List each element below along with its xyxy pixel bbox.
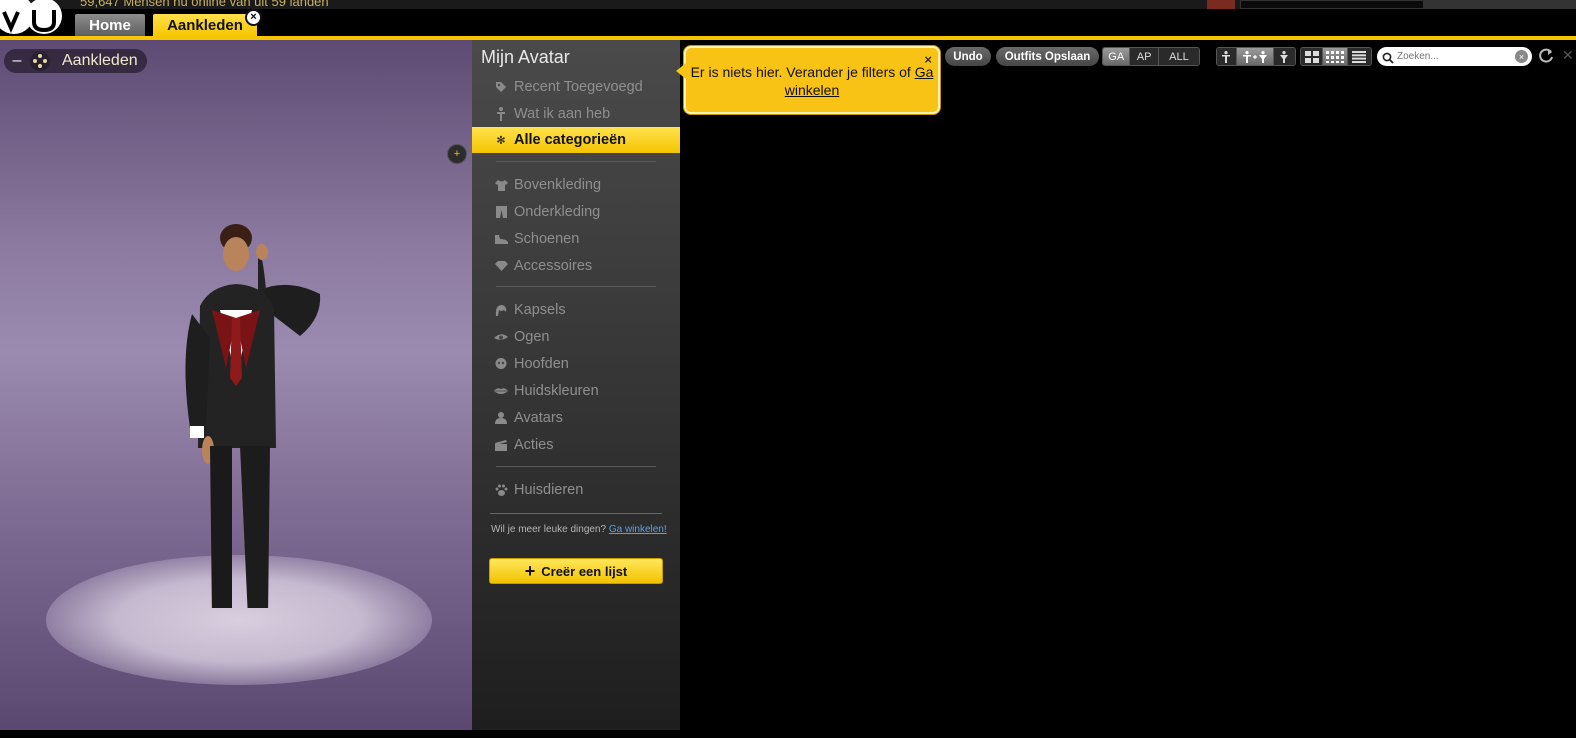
undo-button[interactable]: Undo: [945, 47, 991, 66]
search-input[interactable]: [1397, 51, 1515, 62]
create-list-label: Creër een lijst: [541, 563, 628, 579]
top-field[interactable]: [1240, 0, 1424, 9]
filter-ga[interactable]: GA: [1103, 48, 1131, 65]
sidebar-item-shoes[interactable]: Schoenen: [472, 226, 680, 252]
female-filter-icon[interactable]: [1273, 48, 1295, 65]
separator: [496, 161, 656, 162]
pants-icon: [494, 205, 508, 219]
plus-icon: +: [524, 560, 536, 581]
dots-icon: [30, 51, 50, 71]
sidebar-item-hairstyles[interactable]: Kapsels: [472, 297, 680, 323]
sidebar-item-bottoms[interactable]: Onderkleding: [472, 199, 680, 225]
head-icon: [494, 357, 508, 371]
promo-text: Wil je meer leuke dingen?: [491, 524, 607, 535]
top-right-control[interactable]: [1424, 0, 1576, 9]
app-window: 59,647 Mensen nu online van uit 59 lande…: [0, 0, 1576, 738]
refresh-icon[interactable]: [1538, 46, 1556, 66]
separator: [490, 513, 662, 514]
filter-ap[interactable]: AP: [1130, 48, 1159, 65]
sidebar-item-actions[interactable]: Acties: [472, 432, 680, 458]
large-grid-icon[interactable]: [1301, 48, 1324, 65]
tooltip-close-icon[interactable]: ×: [924, 51, 932, 69]
sidebar-item-label: Recent Toegevoegd: [514, 79, 643, 95]
sidebar-item-pets[interactable]: Huisdieren: [472, 477, 680, 503]
sidebar-item-label: Avatars: [514, 410, 563, 426]
sidebar-item-label: Kapsels: [514, 302, 566, 318]
sidebar-title: Mijn Avatar: [481, 47, 570, 67]
sidebar-item-label: Bovenkleding: [514, 177, 602, 193]
sidebar-item-label: Huisdieren: [514, 482, 584, 498]
shop-link[interactable]: Ga winkelen!: [609, 524, 667, 535]
separator: [496, 466, 656, 467]
collapse-icon[interactable]: –: [12, 52, 22, 70]
paw-icon: [494, 483, 508, 497]
online-count-text: 59,647 Mensen nu online van uit 59 lande…: [80, 0, 329, 9]
create-list-button[interactable]: + Creër een lijst: [489, 558, 663, 584]
pane-title: Aankleden: [62, 52, 138, 69]
tab-home[interactable]: Home: [75, 14, 145, 36]
both-genders-filter-icon[interactable]: [1236, 48, 1274, 65]
close-panel-icon[interactable]: ✕: [1562, 47, 1574, 64]
empty-filter-tooltip: × Er is niets hier. Verander je filters …: [676, 46, 940, 114]
sidebar-item-label: Onderkleding: [514, 204, 601, 220]
save-outfits-button[interactable]: Outfits Opslaan: [996, 47, 1099, 66]
top-bar: 59,647 Mensen nu online van uit 59 lande…: [0, 0, 1576, 40]
sidebar-item-avatars[interactable]: Avatars: [472, 405, 680, 431]
filter-all[interactable]: ALL: [1158, 48, 1199, 65]
category-sidebar: Mijn Avatar Recent Toegevoegd Wat ik aan…: [472, 40, 680, 730]
shirt-icon: [494, 178, 508, 192]
sidebar-item-label: Hoofden: [514, 356, 569, 372]
sidebar-item-all-categories[interactable]: ✻ Alle categorieën: [472, 127, 680, 153]
clapper-icon: [494, 438, 508, 452]
sidebar-item-tops[interactable]: Bovenkleding: [472, 172, 680, 198]
rating-filter: GA AP ALL: [1102, 47, 1200, 66]
separator: [496, 286, 656, 287]
small-grid-icon[interactable]: [1323, 48, 1348, 65]
shoe-icon: [494, 232, 508, 246]
pane-header[interactable]: – Aankleden: [4, 49, 147, 73]
eye-icon: [494, 330, 508, 344]
lips-icon: [494, 384, 508, 398]
sidebar-item-skin-tones[interactable]: Huidskleuren: [472, 378, 680, 404]
tab-close-icon[interactable]: ×: [245, 9, 262, 26]
asterisk-icon: ✻: [496, 134, 506, 147]
tag-icon: [494, 80, 508, 94]
gem-icon: [494, 259, 508, 273]
expand-panel-button[interactable]: +: [447, 144, 467, 164]
search-box[interactable]: ×: [1377, 47, 1532, 66]
sidebar-item-label: Wat ik aan heb: [514, 106, 611, 122]
search-icon: [1382, 51, 1394, 64]
male-filter-icon[interactable]: [1217, 48, 1237, 65]
top-thumbnail[interactable]: [1207, 0, 1235, 9]
sidebar-item-heads[interactable]: Hoofden: [472, 351, 680, 377]
items-grid-area[interactable]: [680, 40, 1576, 738]
sidebar-item-label: Alle categorieën: [514, 132, 627, 148]
person-icon: [494, 107, 508, 121]
list-view-icon[interactable]: [1347, 48, 1371, 65]
tab-aankleden[interactable]: Aankleden: [153, 14, 257, 36]
sidebar-item-label: Acties: [514, 437, 554, 453]
tooltip-text: Er is niets hier. Verander je filters of: [690, 64, 911, 80]
avatar-icon: [494, 411, 508, 425]
sidebar-item-wearing[interactable]: Wat ik aan heb: [472, 101, 680, 127]
view-mode-toggle: [1300, 47, 1372, 66]
sidebar-item-label: Schoenen: [514, 231, 580, 247]
sidebar-item-recent[interactable]: Recent Toegevoegd: [472, 74, 680, 100]
avatar-preview-pane[interactable]: – Aankleden +: [0, 40, 472, 730]
avatar-figure[interactable]: [170, 218, 330, 636]
sidebar-item-label: Accessoires: [514, 258, 593, 274]
sidebar-item-eyes[interactable]: Ogen: [472, 324, 680, 350]
sidebar-item-label: Huidskleuren: [514, 383, 599, 399]
hair-icon: [494, 303, 508, 317]
shop-promo: Wil je meer leuke dingen? Ga winkelen!: [491, 521, 671, 539]
gender-filter: [1216, 47, 1296, 66]
sidebar-item-accessories[interactable]: Accessoires: [472, 253, 680, 279]
imvu-logo[interactable]: [0, 0, 64, 36]
clear-search-icon[interactable]: ×: [1515, 50, 1528, 63]
sidebar-item-label: Ogen: [514, 329, 550, 345]
